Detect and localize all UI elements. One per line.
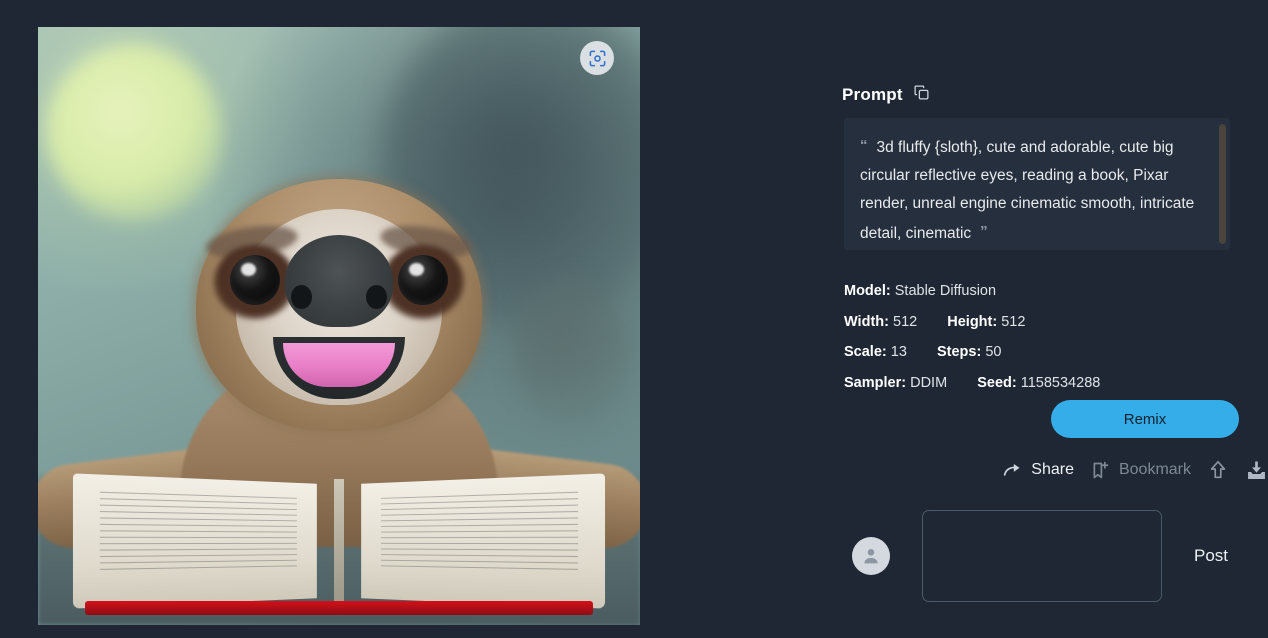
meta-row-scale-steps: Scale: 13 Steps: 50	[844, 337, 1244, 368]
sampler-value: DDIM	[910, 374, 948, 391]
width-label: Width:	[844, 313, 889, 330]
avatar[interactable]	[852, 537, 890, 575]
post-comment-button[interactable]: Post	[1188, 545, 1234, 567]
share-label: Share	[1031, 461, 1074, 478]
bookmark-button[interactable]: Bookmark	[1090, 460, 1191, 481]
user-avatar-icon	[864, 549, 878, 564]
prompt-scrollbar[interactable]	[1219, 124, 1226, 244]
model-label: Model:	[844, 283, 891, 299]
sloth-tongue	[283, 343, 395, 387]
steps-value: 50	[985, 344, 1002, 360]
sloth-muzzle	[285, 235, 393, 327]
open-book	[72, 471, 606, 621]
image-detail-page: Prompt “3d fluffy {sloth}, cute and ador…	[0, 0, 1268, 638]
sloth-eye-left	[230, 255, 280, 305]
quote-open-icon: “	[860, 137, 868, 154]
steps-label: Steps:	[936, 344, 982, 360]
scale-value: 13	[890, 344, 907, 360]
sloth-nostril-left	[291, 285, 312, 309]
sloth-eye-right	[398, 255, 448, 305]
scan-viewfinder-icon	[589, 50, 605, 66]
meta-row-dimensions: Width: 512 Height: 512	[844, 307, 1244, 338]
prompt-scrollbar-thumb[interactable]	[1219, 124, 1226, 244]
book-spine	[334, 479, 344, 603]
seed-value: 1158534288	[1020, 374, 1101, 391]
scale-label: Scale:	[844, 344, 887, 360]
seed-label: Seed:	[977, 374, 1017, 391]
download-button[interactable]	[1245, 459, 1268, 482]
prompt-box: “3d fluffy {sloth}, cute and adorable, c…	[844, 118, 1230, 250]
detail-sidebar: Prompt “3d fluffy {sloth}, cute and ador…	[842, 0, 1268, 638]
scan-viewfinder-button[interactable]	[580, 41, 614, 75]
model-value: Stable Diffusion	[894, 283, 997, 299]
upvote-button[interactable]	[1207, 459, 1229, 481]
sloth-figure	[38, 167, 640, 625]
image-scene	[38, 27, 640, 625]
remix-button[interactable]: Remix	[1051, 400, 1239, 438]
book-cover-red	[85, 601, 593, 615]
quote-close-icon: ”	[980, 223, 988, 240]
comment-input[interactable]	[922, 510, 1162, 602]
share-arrow-icon	[1004, 463, 1020, 476]
book-text-lines-right	[381, 491, 579, 572]
meta-row-sampler-seed: Sampler: DDIM Seed: 1158534288	[844, 368, 1244, 399]
prompt-text-container: “3d fluffy {sloth}, cute and adorable, c…	[860, 132, 1208, 248]
sampler-label: Sampler:	[844, 374, 907, 391]
bookmark-label: Bookmark	[1118, 461, 1191, 478]
sloth-nostril-right	[366, 285, 387, 309]
copy-prompt-button[interactable]	[913, 84, 930, 106]
copy-icon	[914, 85, 929, 100]
width-value: 512	[893, 313, 918, 330]
share-button[interactable]: Share	[1002, 460, 1074, 481]
comment-composer: Post	[852, 505, 1268, 607]
action-bar: Share Bookmark	[922, 450, 1268, 490]
height-label: Height:	[947, 313, 998, 330]
download-icon	[1248, 460, 1265, 479]
generated-image[interactable]	[38, 27, 640, 625]
meta-row-model: Model: Stable Diffusion	[844, 276, 1244, 307]
bookmark-add-icon	[1093, 461, 1109, 478]
prompt-label: Prompt	[842, 85, 903, 104]
generation-metadata: Model: Stable Diffusion Width: 512 Heigh…	[844, 276, 1244, 398]
height-value: 512	[1001, 313, 1026, 330]
book-text-lines-left	[99, 491, 297, 572]
arrow-up-icon	[1210, 460, 1226, 479]
book-page-left	[72, 473, 317, 609]
prompt-header: Prompt	[842, 84, 930, 106]
prompt-text: 3d fluffy {sloth}, cute and adorable, cu…	[860, 139, 1195, 242]
book-page-right	[361, 473, 606, 609]
